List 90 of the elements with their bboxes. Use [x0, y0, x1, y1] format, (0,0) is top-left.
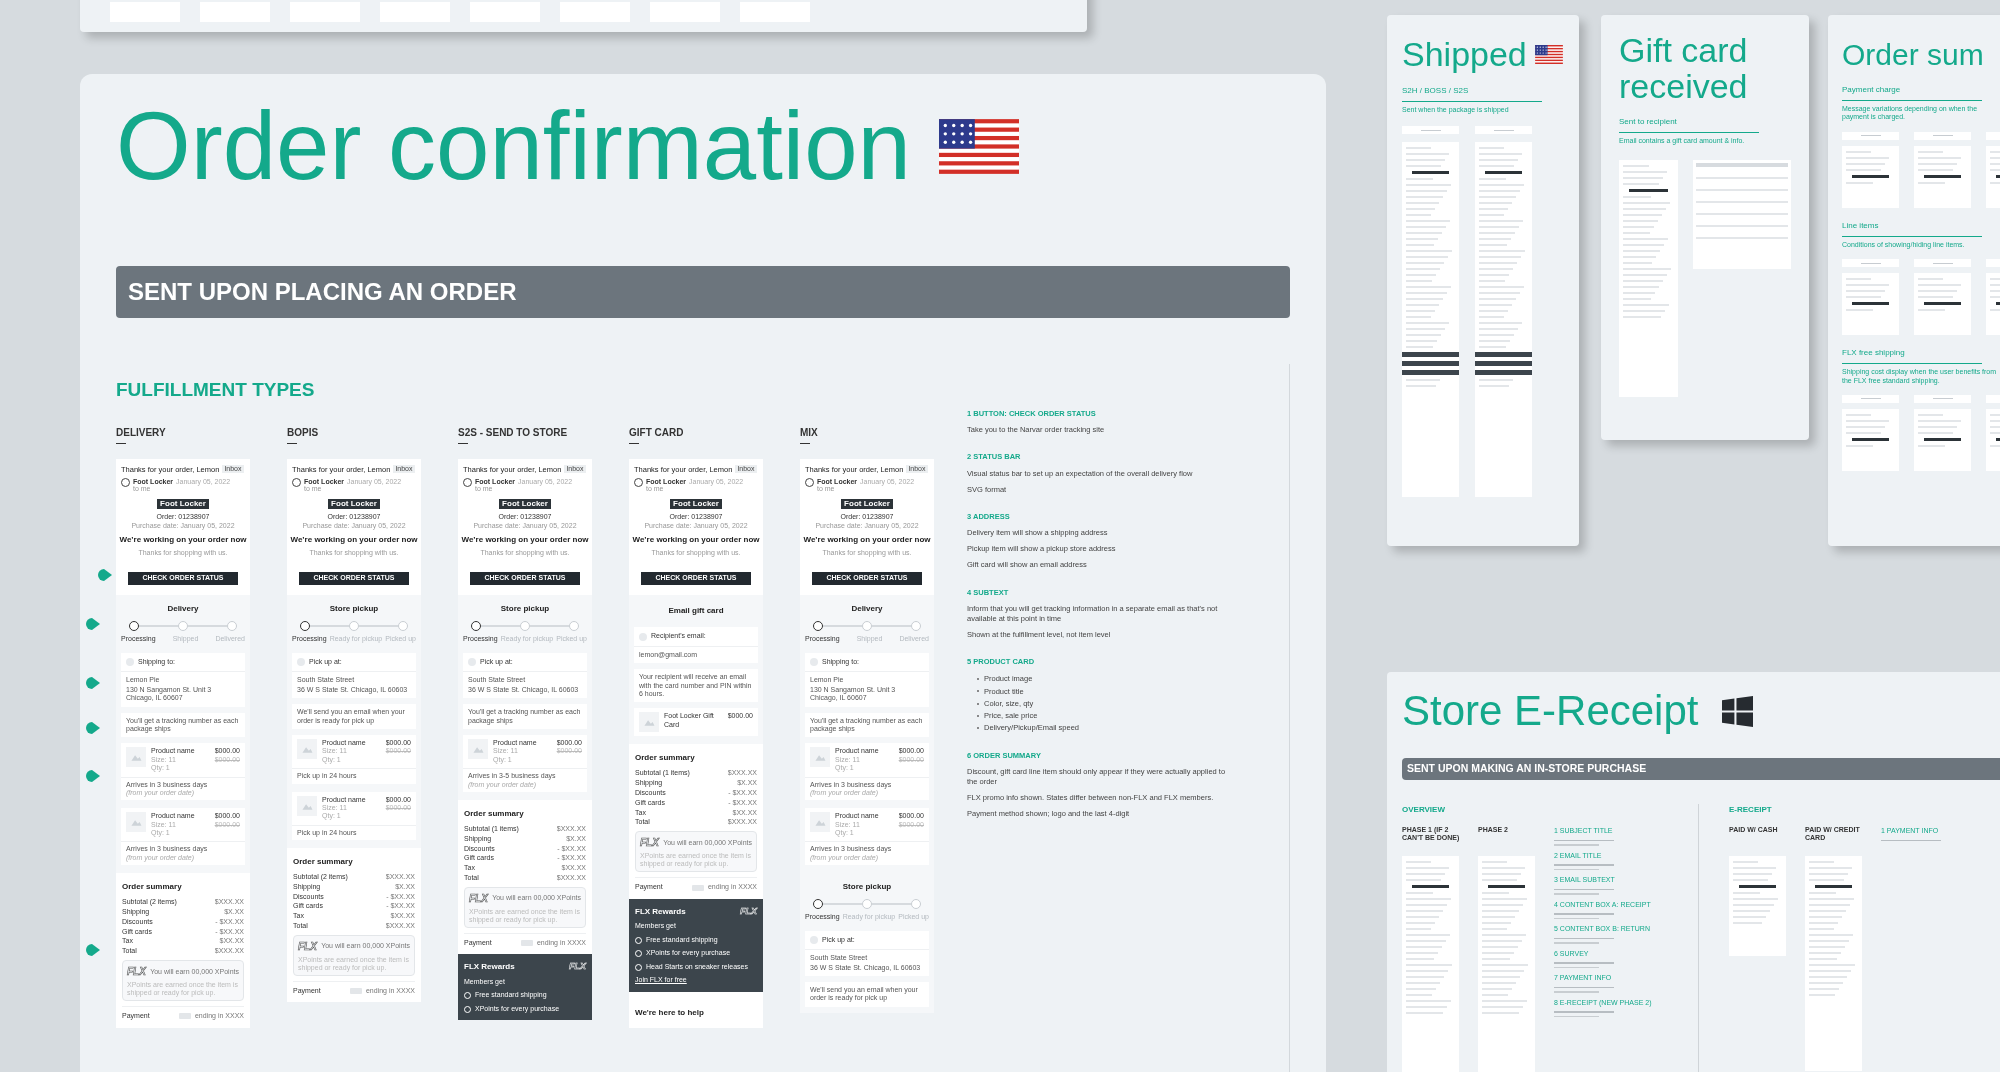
image-placeholder-icon — [639, 712, 659, 733]
section-title: FULFILLMENT TYPES — [116, 378, 316, 402]
label-tag — [1402, 126, 1459, 135]
status-title: Delivery — [851, 603, 883, 616]
card-icon — [178, 1013, 191, 1020]
section-heading: Payment charge — [1842, 84, 1982, 101]
image-placeholder-icon — [810, 747, 830, 768]
column-heading: DELIVERY — [116, 425, 167, 440]
brand-logo: Foot Locker — [499, 499, 551, 510]
column-heading: BOPIS — [287, 425, 320, 440]
location-icon — [810, 658, 818, 667]
email-thumbnail — [1914, 145, 1971, 208]
annotation-marker-icon — [86, 676, 100, 689]
brand-logo: Foot Locker — [841, 499, 893, 510]
section-heading: Sent to recipient — [1619, 116, 1759, 134]
label-tag — [1914, 394, 1971, 403]
label-tag — [1842, 259, 1899, 268]
column-heading: MIX — [800, 425, 819, 440]
summary-title: Order summary — [635, 752, 696, 765]
email-headline: We’re working on your order now — [461, 533, 589, 546]
section-title: OVERVIEW — [1402, 804, 1446, 816]
image-placeholder-icon — [126, 747, 146, 768]
help-title: We're here to help — [635, 1007, 704, 1017]
card-icon — [691, 884, 704, 891]
flx-logo: FLX — [740, 904, 757, 918]
rewards-title: FLX Rewards — [635, 905, 686, 918]
board-title: Shipped — [1402, 37, 1527, 73]
flx-logo: FLX — [640, 836, 659, 851]
email-headline: We’re working on your order now — [119, 533, 247, 546]
email-thumbnail — [1842, 273, 1899, 336]
section-title: Email gift card — [668, 605, 724, 618]
status-title: Store pickup — [842, 881, 892, 894]
brand-logo: Foot Locker — [670, 499, 722, 510]
email-headline: We’re working on your order now — [632, 533, 760, 546]
email-headline: We’re working on your order now — [290, 533, 418, 546]
us-flag-icon — [1534, 45, 1563, 65]
summary-title: Order summary — [293, 856, 354, 869]
board-title: Order sum — [1842, 38, 1984, 71]
section-title: E-RECEIPT — [1729, 804, 1773, 816]
banner-text: SENT UPON MAKING AN IN-STORE PURCHASE — [1407, 761, 1647, 777]
annotation-marker-icon — [98, 569, 112, 582]
location-icon — [468, 658, 476, 667]
flx-logo: FLX — [298, 939, 317, 954]
image-placeholder-icon — [810, 812, 830, 833]
label-tag — [1842, 394, 1899, 403]
email-thumbnail — [1842, 408, 1899, 471]
image-placeholder-icon — [297, 738, 317, 759]
board-title: Order confirmation — [116, 98, 911, 194]
board-title: Store E-Receipt — [1402, 690, 1699, 732]
annotation-marker-icon — [86, 618, 100, 631]
flx-logo: FLX — [469, 891, 488, 906]
column-heading: GIFT CARD — [629, 425, 685, 440]
status-title: Store pickup — [500, 603, 550, 616]
email-headline: We’re working on your order now — [803, 533, 931, 546]
column-heading: S2S - SEND TO STORE — [458, 425, 569, 440]
annotation-marker-icon — [86, 721, 100, 734]
label-tag — [1842, 131, 1899, 140]
board-title: Gift card received — [1619, 33, 1749, 105]
section-heading: S2H / BOSS / S2S — [1402, 84, 1542, 102]
flx-logo: FLX — [127, 965, 146, 980]
location-icon — [126, 658, 134, 667]
section-heading: FLX free shipping — [1842, 347, 1982, 365]
location-icon — [810, 936, 818, 944]
email-thumbnail — [1842, 145, 1899, 208]
card-icon — [520, 940, 533, 947]
image-placeholder-icon — [468, 738, 488, 759]
image-placeholder-icon — [297, 795, 317, 816]
section-heading: Line items — [1842, 219, 1982, 237]
email-thumbnail — [1914, 273, 1971, 336]
us-flag-icon — [938, 118, 1019, 174]
summary-title: Order summary — [464, 807, 525, 820]
location-icon — [639, 632, 647, 641]
label-tag — [1914, 259, 1971, 268]
rewards-title: FLX Rewards — [464, 961, 515, 974]
banner-text: SENT UPON PLACING AN ORDER — [128, 277, 517, 307]
annotation-marker-icon — [86, 944, 100, 957]
brand-logo: Foot Locker — [328, 499, 380, 510]
status-title: Store pickup — [329, 603, 379, 616]
brand-logo: Foot Locker — [157, 499, 209, 510]
annotation-marker-icon — [86, 769, 100, 782]
flx-logo: FLX — [569, 960, 586, 974]
status-title: Delivery — [167, 603, 199, 616]
card-icon — [349, 988, 362, 995]
windows-logo-icon — [1722, 695, 1754, 727]
label-tag — [1475, 126, 1532, 135]
location-icon — [297, 658, 305, 667]
label-tag — [1914, 131, 1971, 140]
image-placeholder-icon — [126, 812, 146, 833]
email-thumbnail — [1914, 408, 1971, 471]
summary-title: Order summary — [122, 881, 183, 894]
